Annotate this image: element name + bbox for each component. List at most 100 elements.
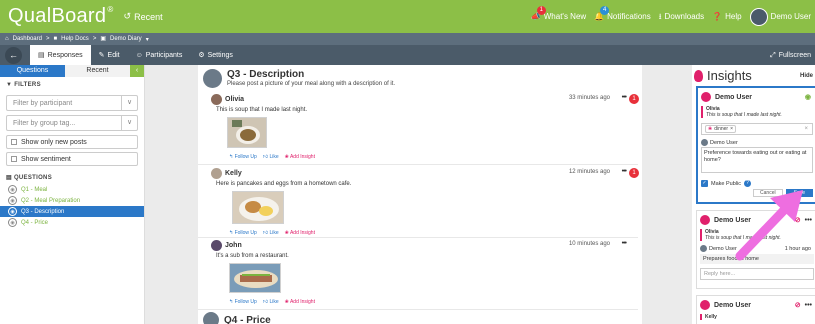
question-item-q2[interactable]: ◉ Q2 - Meal Preparation [0, 195, 144, 206]
sub-sandwich-photo [230, 264, 280, 292]
checkbox[interactable] [11, 156, 17, 162]
add-insight-link[interactable]: ❀ Add Insight [285, 299, 315, 305]
avatar [203, 69, 222, 88]
group-filter-placeholder: Filter by group tag... [13, 119, 76, 127]
response-post: Kelly 12 minutes ago ••• 1 Here is panca… [211, 167, 639, 236]
participant-name[interactable]: Olivia [225, 96, 244, 103]
breadcrumb-help-docs[interactable]: Help Docs [61, 36, 89, 42]
clear-tags-icon[interactable]: × [804, 126, 808, 132]
participant-name[interactable]: John [225, 242, 242, 249]
checkbox[interactable] [11, 139, 17, 145]
downloads-button[interactable]: ⭳ Downloads [659, 12, 704, 21]
participants-icon: ☺ [135, 51, 143, 59]
question-item-q3[interactable]: ◉ Q3 - Description [0, 206, 144, 217]
checkbox-checked-icon[interactable]: ✓ [701, 180, 708, 187]
tag-icon: ❀ [708, 126, 713, 132]
insight-card: Demo User ⊘ ••• Olivia This is soup that I … [696, 210, 815, 289]
more-options-icon[interactable]: ••• [805, 217, 812, 224]
like-link[interactable]: 👍︎ Like [263, 230, 279, 236]
like-link[interactable]: 👍︎ Like [263, 154, 279, 160]
sidebar-tab-questions[interactable]: Questions [0, 65, 65, 77]
response-post: John 10 minutes ago ••• It's a sub from … [211, 239, 636, 305]
follow-up-link[interactable]: ↰ Follow Up [229, 154, 257, 160]
insight-note-textarea[interactable]: Preference towards eating out or eating … [701, 147, 813, 173]
question-item-q1[interactable]: ◉ Q1 - Meal [0, 184, 144, 195]
avatar [211, 93, 222, 105]
eye-icon[interactable]: ◉ [805, 93, 811, 101]
fullscreen-button[interactable]: ⤢ Fullscreen [762, 45, 815, 65]
divider [198, 309, 638, 310]
more-options-icon[interactable]: ••• [622, 168, 627, 175]
notifications-label: Notifications [607, 12, 651, 21]
whats-new-label: What's New [543, 12, 587, 21]
filters-title: FILTERS [14, 82, 41, 88]
post-actions: ↰ Follow Up 👍︎ Like ❀ Add Insight [229, 230, 636, 236]
more-options-icon[interactable]: ••• [622, 94, 627, 101]
sidebar-tab-recent[interactable]: Recent [65, 65, 130, 77]
insight-author: Demo User [715, 93, 752, 101]
group-filter-select[interactable]: Filter by group tag... ∨ [6, 115, 138, 131]
downloads-label: Downloads [664, 12, 705, 21]
notifications-button[interactable]: 🔔 4 Notifications [594, 6, 651, 21]
hide-insights-button[interactable]: Hide [800, 73, 813, 79]
post-image[interactable] [229, 263, 281, 293]
back-button[interactable]: ← [5, 46, 22, 64]
breadcrumb-separator-icon: > [45, 36, 50, 42]
pancakes-photo [233, 192, 283, 223]
breadcrumb-demo-diary[interactable]: Demo Diary [110, 36, 142, 42]
help-button[interactable]: ❓ Help [712, 12, 741, 21]
participant-filter-select[interactable]: Filter by participant ∨ [6, 95, 138, 111]
like-link[interactable]: 👍︎ Like [263, 299, 279, 305]
tag-input[interactable]: ❀ dinner × × [701, 123, 813, 135]
tab-responses[interactable]: ▤ Responses [30, 45, 91, 65]
cancel-button[interactable]: Cancel [753, 189, 783, 197]
recent-button[interactable]: ↺ Recent [124, 12, 163, 22]
tag-chip[interactable]: ❀ dinner × [705, 125, 737, 133]
remove-tag-icon[interactable]: × [730, 126, 733, 132]
make-public-toggle[interactable]: ✓ Make Public? [701, 180, 813, 187]
next-question-header: Q4 - Price [203, 312, 271, 324]
tab-participants[interactable]: ☺ Participants [128, 45, 191, 65]
whats-new-button[interactable]: 📣 1 What's New [531, 6, 587, 21]
lightbulb-icon [694, 69, 703, 82]
reply-input[interactable]: Reply here... [700, 268, 814, 280]
tab-edit-label: Edit [107, 51, 120, 59]
insight-count-badge[interactable]: 1 [629, 94, 639, 104]
tab-settings-label: Settings [207, 51, 233, 59]
more-options-icon[interactable]: ••• [805, 302, 812, 309]
recent-label: Recent [134, 11, 163, 22]
eye-slash-icon[interactable]: ⊘ [795, 216, 801, 224]
post-image[interactable] [232, 191, 284, 224]
question-item-q4[interactable]: ◉ Q4 - Price [0, 217, 144, 228]
user-menu[interactable]: Demo User [749, 7, 811, 26]
quoted-response: Olivia This is soup that I made last nigh… [701, 106, 813, 118]
tab-settings[interactable]: ⚙ Settings [190, 45, 241, 65]
follow-up-link[interactable]: ↰ Follow Up [229, 230, 257, 236]
help-icon[interactable]: ? [743, 180, 751, 187]
breadcrumb-dashboard[interactable]: Dashboard [13, 36, 42, 42]
eye-slash-icon[interactable]: ⊘ [795, 301, 801, 309]
home-icon[interactable]: ⌂ [5, 36, 9, 42]
follow-up-link[interactable]: ↰ Follow Up [229, 299, 257, 305]
tab-participants-label: Participants [145, 51, 183, 59]
post-image[interactable] [227, 117, 267, 148]
insight-count-badge[interactable]: 1 [629, 168, 639, 178]
app-logo[interactable]: QualBoard® [8, 5, 114, 28]
chevron-down-icon[interactable]: ▾ [146, 36, 149, 43]
tab-edit[interactable]: ✎ Edit [91, 45, 128, 65]
show-sentiment-toggle[interactable]: Show sentiment [6, 152, 138, 166]
more-options-icon[interactable]: ••• [622, 240, 627, 247]
tab-responses-label: Responses [47, 51, 83, 59]
help-label: Help [725, 12, 742, 21]
comments-icon: ▤ [6, 175, 12, 181]
top-bar: QualBoard® ↺ Recent 📣 1 What's New 🔔 4 N… [0, 0, 815, 33]
show-new-posts-toggle[interactable]: Show only new posts [6, 135, 138, 149]
participant-name[interactable]: Kelly [225, 170, 242, 177]
collapse-sidebar-button[interactable]: ‹ [130, 65, 144, 77]
lightbulb-icon [700, 215, 710, 225]
post-text: Here is pancakes and eggs from a hometow… [216, 181, 352, 187]
save-button[interactable]: Save [785, 189, 813, 197]
add-insight-link[interactable]: ❀ Add Insight [285, 230, 315, 236]
add-insight-link[interactable]: ❀ Add Insight [285, 154, 315, 160]
question-title: Q4 - Price [224, 314, 271, 324]
